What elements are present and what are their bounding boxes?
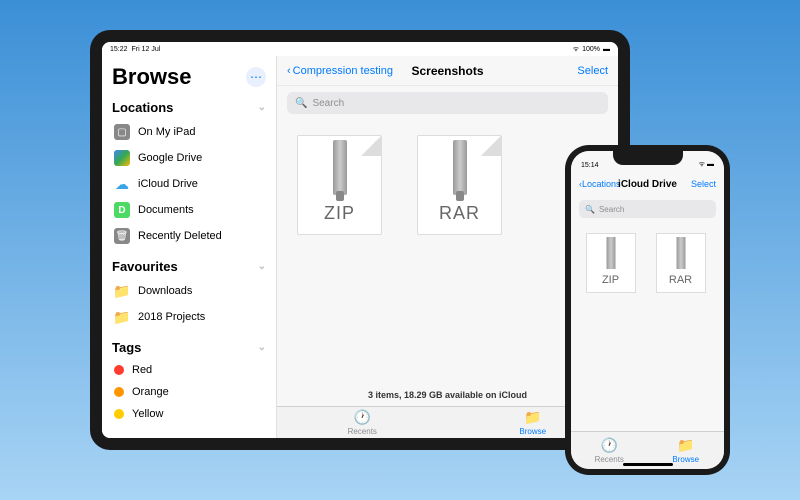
- sidebar-item-label: iCloud Drive: [138, 178, 198, 190]
- locations-label: Locations: [112, 100, 173, 115]
- nav-bar: ‹ Compression testing Screenshots Select: [277, 56, 618, 86]
- gdrive-icon: [114, 150, 130, 166]
- tag-dot-icon: [114, 387, 124, 397]
- select-button[interactable]: Select: [691, 179, 716, 189]
- sidebar-item-tag-yellow[interactable]: Yellow: [112, 403, 266, 425]
- sidebar-item-label: Recently Deleted: [138, 230, 222, 242]
- ipad-status-bar: 15:22 Fri 12 Jul ᯤ 100% ▬: [102, 42, 618, 56]
- files-grid: ZIP RAR: [571, 221, 724, 431]
- sidebar-item-label: Downloads: [138, 285, 192, 297]
- section-locations-header[interactable]: Locations ⌄: [112, 100, 266, 115]
- archive-file-icon: RAR: [656, 233, 706, 293]
- search-input[interactable]: 🔍 Search: [287, 92, 608, 114]
- file-type-label: ZIP: [324, 203, 355, 224]
- search-placeholder: Search: [599, 205, 624, 214]
- iphone-device: 15:14 ᯤ ▬ ‹ Locations iCloud Drive Selec…: [565, 145, 730, 475]
- sidebar-item-tag-orange[interactable]: Orange: [112, 381, 266, 403]
- zipper-icon: [606, 237, 615, 269]
- tab-label: Recents: [595, 455, 624, 464]
- file-item-rar[interactable]: RAR: [412, 135, 507, 239]
- sidebar-item-google-drive[interactable]: Google Drive: [112, 145, 266, 171]
- sidebar-item-label: Google Drive: [138, 152, 202, 164]
- search-input[interactable]: 🔍 Search: [579, 200, 716, 218]
- nav-title: Screenshots: [411, 64, 483, 78]
- file-item-zip[interactable]: ZIP: [583, 233, 638, 419]
- zipper-icon: [453, 140, 467, 195]
- tag-dot-icon: [114, 409, 124, 419]
- wifi-icon: ᯤ: [573, 45, 579, 54]
- sidebar-item-label: 2018 Projects: [138, 311, 205, 323]
- documents-icon: D: [114, 202, 130, 218]
- search-placeholder: Search: [312, 98, 344, 109]
- sidebar-item-tag-red[interactable]: Red: [112, 359, 266, 381]
- tab-label: Browse: [519, 427, 546, 436]
- file-item-rar[interactable]: RAR: [653, 233, 708, 419]
- select-button[interactable]: Select: [577, 65, 608, 77]
- sidebar-item-label: Orange: [132, 386, 169, 398]
- file-type-label: RAR: [669, 274, 692, 286]
- sidebar-item-documents[interactable]: D Documents: [112, 197, 266, 223]
- sidebar-item-downloads[interactable]: 📁 Downloads: [112, 278, 266, 304]
- folder-icon: 📁: [114, 309, 130, 325]
- nav-title: iCloud Drive: [618, 179, 677, 190]
- tags-label: Tags: [112, 340, 141, 355]
- chevron-down-icon: ⌄: [258, 342, 266, 353]
- zipper-icon: [676, 237, 685, 269]
- sidebar-item-label: Red: [132, 364, 152, 376]
- status-time: 15:14: [581, 162, 599, 169]
- sidebar-item-recently-deleted[interactable]: 🗑 Recently Deleted: [112, 223, 266, 249]
- sidebar-item-label: Yellow: [132, 408, 163, 420]
- home-indicator[interactable]: [623, 463, 673, 466]
- battery-icon: ▬: [603, 46, 610, 53]
- search-icon: 🔍: [585, 205, 595, 214]
- search-icon: 🔍: [295, 98, 307, 109]
- back-button[interactable]: ‹ Compression testing: [287, 65, 393, 77]
- section-tags-header[interactable]: Tags ⌄: [112, 340, 266, 355]
- status-date: Fri 12 Jul: [132, 46, 161, 53]
- iphone-nav-bar: ‹ Locations iCloud Drive Select: [571, 171, 724, 197]
- iphone-screen: 15:14 ᯤ ▬ ‹ Locations iCloud Drive Selec…: [571, 151, 724, 469]
- sidebar: Browse ⋯ Locations ⌄ ▢ On My iPad Google…: [102, 56, 277, 438]
- tab-recents[interactable]: 🕐 Recents: [277, 407, 448, 438]
- chevron-down-icon: ⌄: [258, 102, 266, 113]
- browse-title: Browse: [112, 64, 191, 90]
- tag-dot-icon: [114, 365, 124, 375]
- icloud-icon: ☁: [114, 176, 130, 192]
- sidebar-item-label: Documents: [138, 204, 194, 216]
- ipad-icon: ▢: [114, 124, 130, 140]
- folder-icon: 📁: [114, 283, 130, 299]
- chevron-down-icon: ⌄: [258, 261, 266, 272]
- archive-file-icon: ZIP: [297, 135, 382, 235]
- section-favourites-header[interactable]: Favourites ⌄: [112, 259, 266, 274]
- back-button[interactable]: ‹ Locations: [579, 179, 621, 189]
- tab-label: Browse: [672, 455, 699, 464]
- notch: [613, 151, 683, 165]
- clock-icon: 🕐: [354, 409, 371, 426]
- file-type-label: ZIP: [602, 274, 619, 286]
- ipad-device: 15:22 Fri 12 Jul ᯤ 100% ▬ Browse ⋯ Locat…: [90, 30, 630, 450]
- ipad-screen: 15:22 Fri 12 Jul ᯤ 100% ▬ Browse ⋯ Locat…: [102, 42, 618, 438]
- folder-icon: 📁: [524, 409, 541, 426]
- file-type-label: RAR: [439, 203, 480, 224]
- status-icons: ᯤ ▬: [699, 160, 714, 169]
- archive-file-icon: ZIP: [586, 233, 636, 293]
- tab-label: Recents: [348, 427, 377, 436]
- back-label: Locations: [582, 179, 621, 189]
- favourites-label: Favourites: [112, 259, 178, 274]
- sidebar-item-label: On My iPad: [138, 126, 195, 138]
- folder-icon: 📁: [677, 437, 694, 454]
- archive-file-icon: RAR: [417, 135, 502, 235]
- sidebar-item-on-my-ipad[interactable]: ▢ On My iPad: [112, 119, 266, 145]
- status-time: 15:22: [110, 46, 128, 53]
- file-item-zip[interactable]: ZIP: [292, 135, 387, 239]
- sidebar-item-2018-projects[interactable]: 📁 2018 Projects: [112, 304, 266, 330]
- more-button[interactable]: ⋯: [246, 67, 266, 87]
- sidebar-item-icloud-drive[interactable]: ☁ iCloud Drive: [112, 171, 266, 197]
- zipper-icon: [333, 140, 347, 195]
- clock-icon: 🕐: [601, 437, 618, 454]
- back-label: Compression testing: [293, 65, 393, 77]
- trash-icon: 🗑: [114, 228, 130, 244]
- battery-pct: 100%: [582, 46, 600, 53]
- chevron-left-icon: ‹: [287, 65, 291, 77]
